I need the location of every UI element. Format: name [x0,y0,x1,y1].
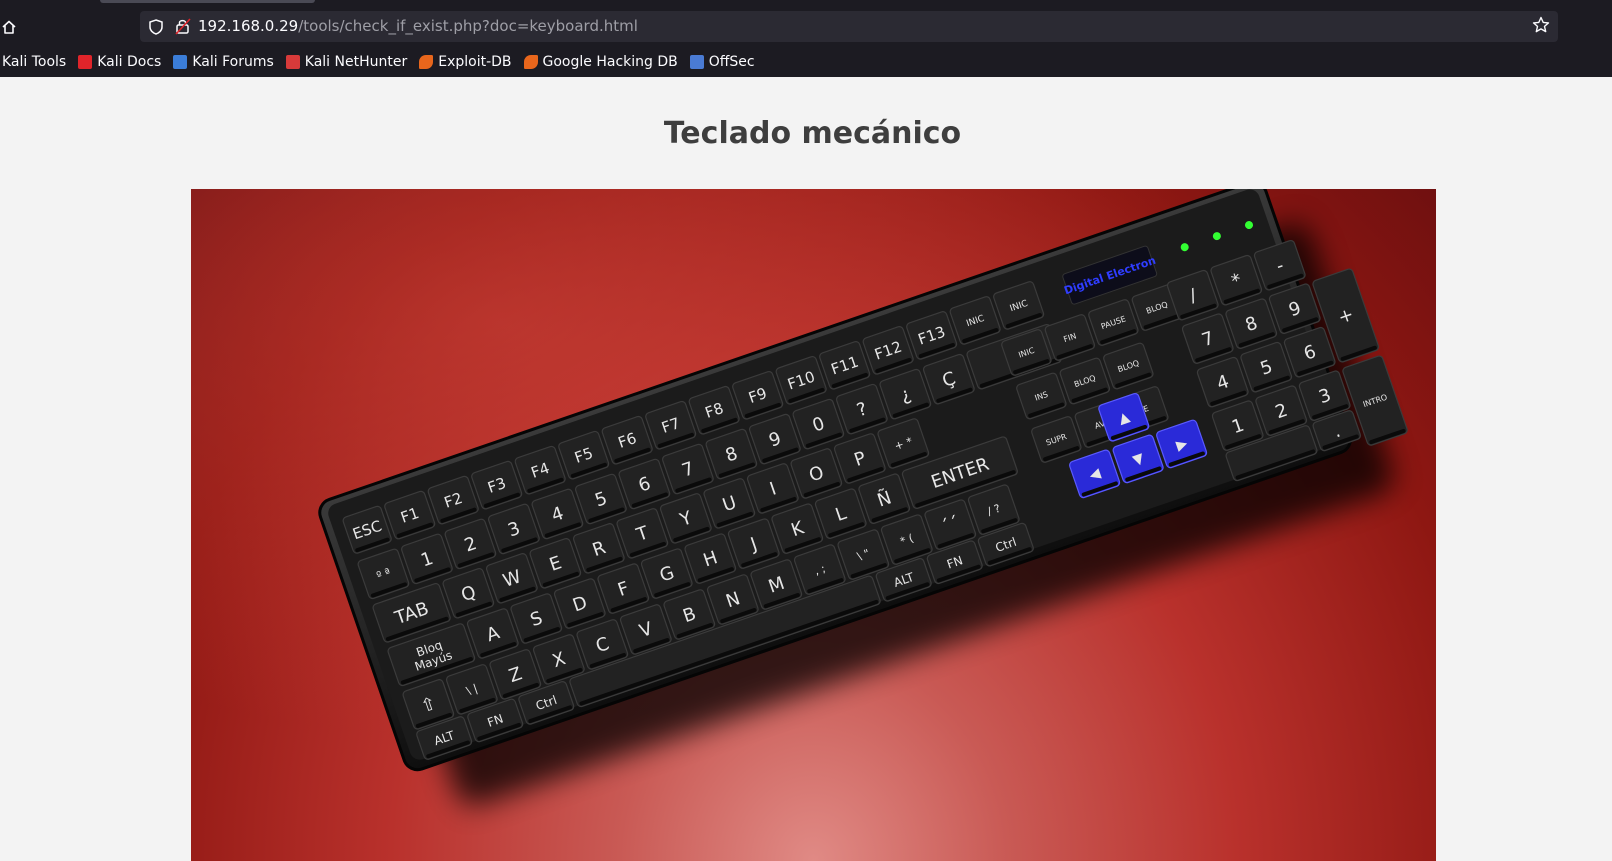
home-button[interactable] [0,16,18,38]
bookmark-item[interactable]: Kali Docs [78,50,161,74]
bookmark-item[interactable]: Kali NetHunter [285,50,408,74]
keyboard-image: ESC F1 F2 F3 F4 F5 F6 F7 F8 F9 F10 F11 F12 F13 INIC INI… [191,189,1436,861]
tab-strip [0,0,1612,8]
google-hacking-db-icon [523,54,538,69]
bookmark-label: OffSec [708,53,755,70]
exploit-db-icon [419,54,434,69]
active-tab[interactable] [100,0,315,3]
bookmark-label: Google Hacking DB [542,53,678,70]
bookmark-item[interactable]: OffSec [689,50,755,74]
url-text[interactable]: 192.168.0.29/tools/check_if_exist.php?do… [198,17,638,36]
bookmark-label: Exploit-DB [438,53,512,70]
tracking-shield-icon[interactable] [149,19,163,35]
keyboard-illustration: ESCF1F2F3F4F5F6F7F8F9F10F11F12F13INICINI… [318,189,1408,806]
url-host: 192.168.0.29 [198,17,299,35]
bookmarks-toolbar: Kali Tools Kali Docs Kali Forums Kali NetHu… [0,48,1612,75]
bookmark-star-icon[interactable] [1532,16,1550,34]
url-bar[interactable]: 192.168.0.29/tools/check_if_exist.php?do… [140,11,1558,42]
kali-forums-icon [173,54,188,69]
navigation-toolbar: 192.168.0.29/tools/check_if_exist.php?do… [0,8,1612,46]
bookmark-label: Kali NetHunter [304,53,408,70]
kali-docs-icon [78,54,93,69]
page-title: Teclado mecánico [663,116,962,151]
bookmark-item[interactable]: Kali Forums [173,50,274,74]
url-path: /tools/check_if_exist.php?doc=keyboard.h… [298,17,638,35]
browser-chrome: 192.168.0.29/tools/check_if_exist.php?do… [0,0,1612,77]
bookmark-label: Kali Forums [192,53,274,70]
bookmark-label: Kali Tools [2,53,67,70]
lock-insecure-icon[interactable] [175,17,191,35]
home-icon [2,20,16,34]
bookmark-label: Kali Docs [97,53,162,70]
bookmark-item[interactable]: Exploit-DB [419,50,512,74]
bookmark-item[interactable]: Kali Tools [2,50,66,74]
kali-nethunter-icon [285,54,300,69]
page-content: Teclado mecánico ESC F1 F2 F3 F4 F5 F6 F7 F8 F9 F1… [0,77,1612,861]
bookmark-item[interactable]: Google Hacking DB [523,50,678,74]
offsec-icon [689,54,704,69]
keyboard-body-group: ESCF1F2F3F4F5F6F7F8F9F10F11F12F13INICINI… [318,189,1408,772]
